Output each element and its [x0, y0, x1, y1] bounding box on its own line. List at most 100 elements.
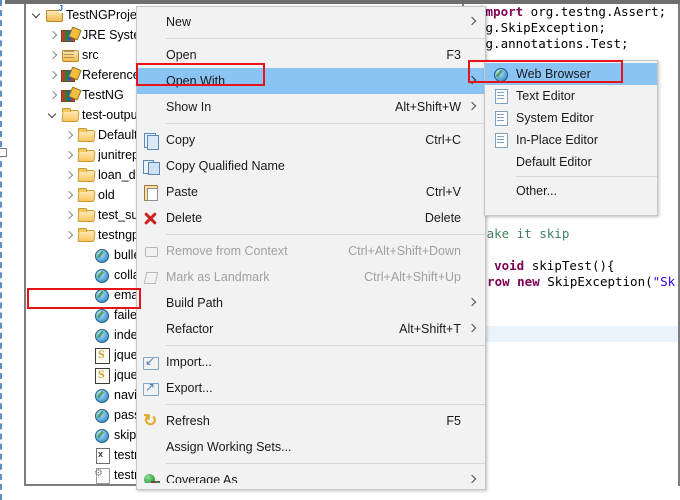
library-icon [61, 87, 79, 103]
folder-icon [77, 127, 95, 143]
menu-item-copy-qualified-name[interactable]: Copy Qualified Name [137, 153, 485, 179]
menu-separator [166, 404, 485, 405]
text-doc-icon [492, 110, 508, 126]
chevron-right-icon[interactable] [64, 210, 75, 221]
submenu-item-other[interactable]: Other... [485, 180, 657, 202]
tree-item-label: old [98, 188, 115, 202]
folder-icon [77, 147, 95, 163]
chevron-right-icon[interactable] [48, 30, 59, 41]
landmark-icon [142, 269, 159, 286]
menu-item-spacer [467, 349, 479, 375]
project-icon [45, 5, 64, 23]
submenu-item-web-browser[interactable]: Web Browser [485, 63, 657, 85]
menu-item-spacer [467, 408, 479, 434]
chevron-right-icon[interactable] [64, 150, 75, 161]
menu-item-show-in[interactable]: Show In Alt+Shift+W [137, 94, 485, 120]
xml-icon [93, 447, 111, 464]
submenu-item-label: Text Editor [516, 89, 576, 103]
code-line-1: import org.testng.Assert; [478, 4, 667, 19]
tree-item-label: TestNGProject [66, 8, 147, 22]
current-line-highlight [464, 326, 678, 342]
html-globe-icon [93, 287, 111, 303]
menu-item-new[interactable]: New [137, 9, 485, 35]
submenu-item-text-editor[interactable]: Text Editor [485, 85, 657, 107]
menu-item-open-with[interactable]: Open With [137, 68, 485, 94]
html-globe-icon [93, 247, 111, 263]
chevron-right-icon [467, 316, 479, 342]
menu-item-refactor[interactable]: Refactor Alt+Shift+T [137, 316, 485, 342]
chevron-down-icon[interactable] [48, 110, 59, 121]
chevron-right-icon [467, 68, 479, 94]
menu-item-assign-working-sets[interactable]: Assign Working Sets... [137, 434, 485, 460]
javascript-icon [93, 367, 111, 384]
menu-item-label: Refresh [166, 414, 210, 428]
chevron-right-icon[interactable] [48, 70, 59, 81]
menu-item-shortcut: Ctrl+V [425, 185, 461, 199]
import-icon [142, 353, 159, 371]
text-doc-icon [492, 132, 508, 148]
open-with-submenu[interactable]: Web Browser Text Editor System Editor In-Pl… [484, 60, 658, 216]
javascript-icon [93, 347, 111, 364]
text-doc-icon [492, 88, 508, 104]
submenu-item-label: Default Editor [516, 155, 592, 169]
menu-item-label: Import... [166, 355, 212, 369]
code-line-2: ng.SkipException; [478, 20, 606, 35]
html-globe-icon [93, 307, 111, 323]
tree-item-label: TestNG [82, 88, 124, 102]
menu-item-spacer [467, 264, 479, 290]
menu-item-remove-from-context: Remove from Context Ctrl+Alt+Shift+Down [137, 238, 485, 264]
menu-separator [166, 345, 485, 346]
chevron-down-icon[interactable] [32, 10, 43, 21]
chevron-right-icon[interactable] [48, 50, 59, 61]
menu-item-label: Remove from Context [166, 244, 288, 258]
html-globe-icon [93, 407, 111, 423]
folder-icon [77, 187, 95, 203]
submenu-item-default-editor[interactable]: Default Editor [485, 151, 657, 173]
menu-item-spacer [467, 153, 479, 179]
screenshot-root: import org.testng.Assert; ng.SkipExcepti… [0, 0, 680, 500]
chevron-right-icon[interactable] [48, 90, 59, 101]
menu-separator [166, 123, 485, 124]
copy-icon [142, 132, 159, 150]
view-drag-edge[interactable] [0, 0, 7, 500]
menu-item-label: Mark as Landmark [166, 270, 270, 284]
menu-item-spacer [467, 238, 479, 264]
chevron-right-icon[interactable] [64, 190, 75, 201]
file-context-menu[interactable]: New Open F3 Open With Show In Alt+Shift+W Copy… [136, 6, 486, 490]
submenu-item-in-place-editor[interactable]: In-Place Editor [485, 129, 657, 151]
chevron-right-icon[interactable] [64, 230, 75, 241]
code-line-8: lic void skipTest(){ [464, 258, 615, 273]
menu-item-refresh[interactable]: Refresh F5 [137, 408, 485, 434]
menu-item-delete[interactable]: Delete Delete [137, 205, 485, 231]
menu-item-spacer [467, 42, 479, 68]
menu-item-label: Copy [166, 133, 196, 147]
submenu-item-system-editor[interactable]: System Editor [485, 107, 657, 129]
menu-item-import[interactable]: Import... [137, 349, 485, 375]
context-menu-bottom-edge [137, 483, 485, 489]
menu-item-label: Build Path [166, 296, 223, 310]
menu-item-shortcut: Delete [424, 211, 461, 225]
menu-item-mark-as-landmark: Mark as Landmark Ctrl+Alt+Shift+Up [137, 264, 485, 290]
delete-icon [142, 210, 159, 227]
menu-item-label: Assign Working Sets... [166, 440, 292, 454]
menu-item-build-path[interactable]: Build Path [137, 290, 485, 316]
chevron-right-icon[interactable] [64, 130, 75, 141]
html-globe-icon [93, 327, 111, 343]
submenu-item-label: System Editor [516, 111, 594, 125]
menu-item-open[interactable]: Open F3 [137, 42, 485, 68]
chevron-right-icon[interactable] [64, 170, 75, 181]
menu-item-copy[interactable]: Copy Ctrl+C [137, 127, 485, 153]
menu-item-export[interactable]: Export... [137, 375, 485, 401]
folder-icon [77, 227, 95, 243]
menu-item-paste[interactable]: Paste Ctrl+V [137, 179, 485, 205]
config-doc-icon [93, 467, 111, 484]
library-icon [61, 27, 79, 43]
